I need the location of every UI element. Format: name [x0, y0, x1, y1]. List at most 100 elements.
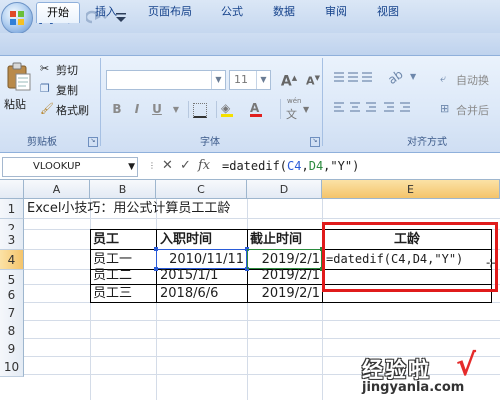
- end-date-cell[interactable]: 2019/2/1: [247, 284, 320, 303]
- tab-insert[interactable]: 插入: [84, 4, 128, 20]
- fill-bucket-icon: ◈: [221, 101, 231, 115]
- wrap-text-label: 自动换: [456, 74, 489, 87]
- italic-button[interactable]: I: [128, 101, 146, 118]
- name-box[interactable]: VLOOKUP ▼: [2, 157, 138, 177]
- chevron-down-icon: ▼: [410, 72, 417, 81]
- reference-highlight-c4: [156, 249, 247, 269]
- employee-name-cell[interactable]: 员工三: [93, 284, 132, 303]
- phonetic-button[interactable]: wén 文 ▼: [280, 97, 315, 121]
- clipboard-group-label: 剪贴板: [27, 137, 57, 148]
- tab-data[interactable]: 数据: [262, 4, 306, 20]
- formula-input[interactable]: =datedif(C4,D4,"Y"): [222, 156, 498, 176]
- employee-name-cell[interactable]: 员工二: [93, 266, 132, 285]
- scissors-icon: ✂: [40, 62, 50, 75]
- row-header-9[interactable]: 9: [0, 339, 24, 359]
- wrap-text-button[interactable]: ⤶ 自动换: [440, 72, 500, 88]
- tab-page-layout[interactable]: 页面布局: [138, 4, 202, 20]
- paste-label: 粘贴: [4, 98, 26, 111]
- font-group-label: 字体: [200, 137, 220, 148]
- copy-button[interactable]: ❐ 复制: [40, 82, 90, 97]
- column-header-e[interactable]: E: [322, 180, 500, 199]
- reference-handle[interactable]: [154, 247, 158, 251]
- font-color-button[interactable]: A: [246, 101, 272, 118]
- border-icon: [193, 103, 207, 118]
- font-color-swatch: [250, 114, 262, 117]
- watermark-url: jingyanla.com: [362, 380, 465, 395]
- formula-part: =datedif(: [222, 159, 288, 173]
- table-border: [90, 229, 91, 303]
- grow-arrow-icon: ▲: [291, 74, 298, 82]
- row-header-8[interactable]: 8: [0, 321, 24, 341]
- bold-button[interactable]: B: [108, 101, 126, 118]
- cancel-formula-button[interactable]: ✕: [162, 157, 173, 175]
- paste-icon: [7, 62, 31, 91]
- watermark-check-icon: √: [456, 348, 477, 383]
- row-header-10[interactable]: 10: [0, 357, 24, 377]
- align-horizontal-lines-icon[interactable]: [332, 100, 416, 116]
- chevron-down-icon: ▼: [211, 71, 225, 89]
- select-all-corner[interactable]: [0, 180, 24, 199]
- gridline: [24, 218, 500, 219]
- shrink-font-button[interactable]: A▼: [302, 70, 324, 88]
- fill-color-button[interactable]: ◈: [216, 101, 243, 118]
- cut-label: 剪切: [56, 64, 78, 77]
- hire-date-cell[interactable]: 2018/6/6: [160, 284, 218, 303]
- office-logo-icon: [10, 11, 24, 25]
- format-painter-label: 格式刷: [56, 104, 89, 117]
- header-end-date[interactable]: 截止时间: [250, 230, 302, 249]
- alignment-group-label: 对齐方式: [407, 137, 447, 148]
- format-painter-button[interactable]: 🖌 格式刷: [40, 102, 94, 117]
- formula-ref-d4: D4: [308, 159, 324, 173]
- fill-color-swatch: [221, 114, 233, 117]
- column-header-c[interactable]: C: [156, 180, 247, 199]
- tab-review[interactable]: 审阅: [314, 4, 358, 20]
- column-header-d[interactable]: D: [247, 180, 322, 199]
- tab-view[interactable]: 视图: [366, 4, 410, 20]
- group-separator: [322, 58, 323, 146]
- merge-center-button[interactable]: ⊞ 合并后: [440, 102, 500, 118]
- format-painter-icon: 🖌: [40, 102, 54, 115]
- row-header-4[interactable]: 4: [0, 250, 24, 270]
- column-header-a[interactable]: A: [24, 180, 90, 199]
- gridline: [24, 338, 500, 339]
- grow-font-button[interactable]: A▲: [278, 70, 300, 90]
- cut-button[interactable]: ✂ 剪切: [40, 62, 90, 77]
- sheet-title-cell[interactable]: Excel小技巧：用公式计算员工工龄: [27, 199, 230, 218]
- shrink-font-label: A: [306, 74, 315, 88]
- name-box-value: VLOOKUP: [33, 161, 81, 172]
- formula-bar-grip-icon: ⋮: [148, 161, 156, 170]
- text-orientation-icon: ab: [385, 66, 406, 88]
- row-header-6[interactable]: 6: [0, 285, 24, 305]
- border-button[interactable]: [188, 101, 213, 118]
- copy-icon: ❐: [40, 82, 50, 95]
- row-header-1[interactable]: 1: [0, 199, 24, 219]
- font-launcher-icon[interactable]: ↘: [310, 137, 320, 147]
- row-header-3[interactable]: 3: [0, 230, 24, 250]
- row-header-7[interactable]: 7: [0, 303, 24, 323]
- tab-formulas[interactable]: 公式: [210, 4, 254, 20]
- font-size-combo[interactable]: 11 ▼: [229, 70, 271, 90]
- header-employee[interactable]: 员工: [93, 230, 119, 249]
- reference-handle[interactable]: [154, 267, 158, 271]
- underline-dropdown-icon[interactable]: ▼: [170, 101, 182, 118]
- font-size-value: 11: [234, 73, 248, 86]
- chevron-down-icon: ▼: [256, 71, 270, 89]
- formula-part: ,"Y"): [323, 159, 360, 173]
- underline-button[interactable]: U: [148, 101, 166, 118]
- clipboard-launcher-icon[interactable]: ↘: [88, 137, 98, 147]
- phonetic-label: wén: [287, 97, 302, 105]
- font-name-combo[interactable]: ▼: [106, 70, 226, 90]
- formula-ref-c4: C4: [287, 159, 302, 173]
- office-button[interactable]: [1, 2, 33, 34]
- align-top-lines-icon[interactable]: [332, 70, 376, 86]
- header-hire-date[interactable]: 入职时间: [160, 230, 212, 249]
- tab-home[interactable]: 开始: [36, 2, 80, 23]
- orientation-button[interactable]: ab ▼: [384, 66, 424, 88]
- enter-formula-button[interactable]: ✓: [180, 157, 191, 175]
- paste-button[interactable]: 粘贴: [4, 62, 32, 111]
- insert-function-button[interactable]: fx: [198, 157, 210, 175]
- column-header-b[interactable]: B: [90, 180, 156, 199]
- reference-highlight-d4: [247, 249, 322, 269]
- highlight-box: [322, 222, 498, 292]
- merge-cells-icon: ⊞: [440, 102, 450, 115]
